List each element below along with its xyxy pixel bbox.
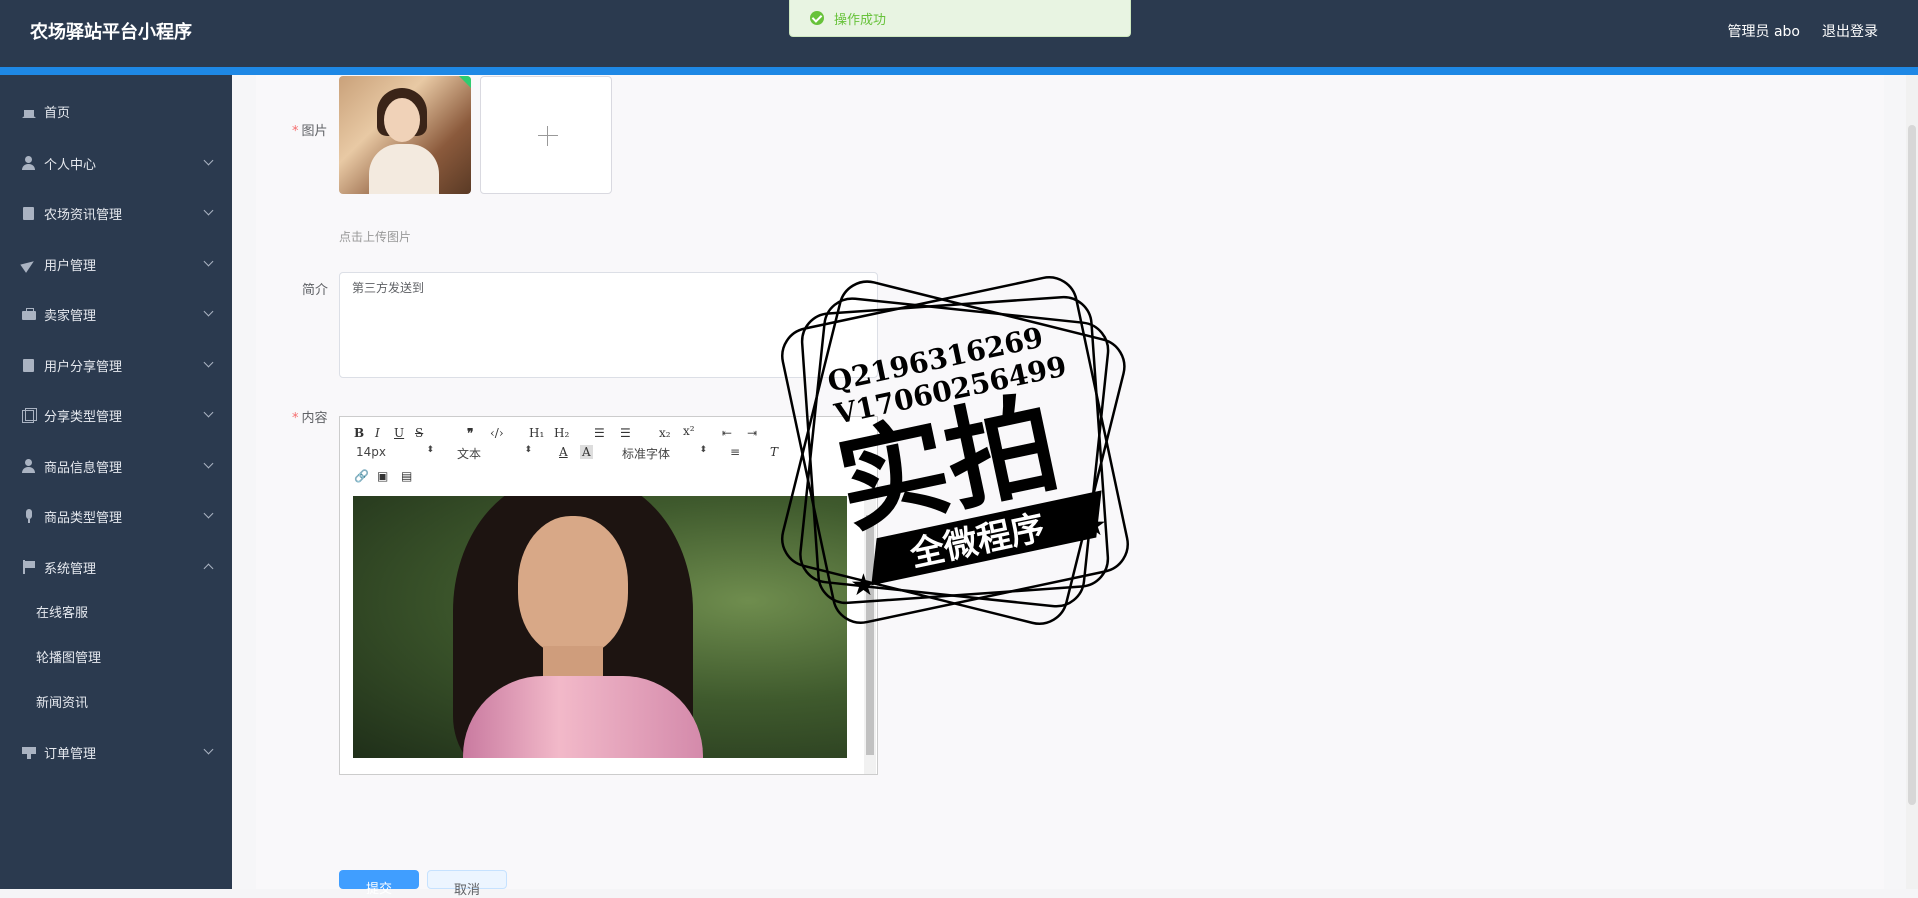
flag-icon bbox=[22, 560, 36, 574]
plus-icon bbox=[538, 135, 558, 136]
clipboard-icon bbox=[22, 206, 36, 220]
chevron-down-icon bbox=[203, 306, 214, 317]
user-icon bbox=[22, 156, 36, 170]
sidebar-item-label: 分享类型管理 bbox=[44, 409, 123, 425]
code-icon[interactable]: ‹/› bbox=[490, 426, 504, 440]
chevron-down-icon bbox=[203, 744, 214, 755]
cancel-button[interactable]: 取消 bbox=[427, 870, 507, 898]
video-icon[interactable]: ▤ bbox=[401, 469, 412, 483]
copy-icon bbox=[22, 408, 37, 423]
sidebar: 首页 个人中心 农场资讯管理 用户管理 卖家管理 用户分享管理 分享类型管理 商… bbox=[0, 75, 232, 889]
content-field-label: * 内容 bbox=[292, 411, 328, 426]
cash-register-icon bbox=[22, 745, 36, 759]
sidebar-item-system[interactable]: 系统管理 bbox=[0, 547, 232, 587]
sidebar-item-label: 系统管理 bbox=[44, 561, 97, 577]
success-toast: 操作成功 bbox=[789, 0, 1131, 37]
star-icon: ★ bbox=[1080, 508, 1107, 543]
outdent-icon[interactable]: ⇤ bbox=[722, 426, 732, 440]
sidebar-item-share-types[interactable]: 分享类型管理 bbox=[0, 395, 232, 435]
sidebar-item-label: 农场资讯管理 bbox=[44, 207, 123, 223]
intro-field-label: 简介 bbox=[302, 283, 329, 298]
sidebar-subitem-label: 在线客服 bbox=[36, 605, 89, 621]
submit-button[interactable]: 提交 bbox=[339, 870, 419, 897]
sidebar-subitem-label: 轮播图管理 bbox=[36, 650, 102, 666]
sidebar-subitem-label: 新闻资讯 bbox=[36, 695, 89, 711]
bullet-list-icon[interactable]: ☰ bbox=[620, 426, 631, 440]
sidebar-item-home[interactable]: 首页 bbox=[0, 91, 232, 131]
home-icon bbox=[22, 104, 36, 118]
sidebar-item-products[interactable]: 商品信息管理 bbox=[0, 446, 232, 486]
sidebar-item-users[interactable]: 用户管理 bbox=[0, 244, 232, 284]
sidebar-item-farm-news[interactable]: 农场资讯管理 bbox=[0, 193, 232, 233]
strike-button[interactable]: S bbox=[415, 426, 423, 440]
send-icon bbox=[22, 257, 36, 271]
status-corner-icon bbox=[459, 76, 471, 88]
watermark-stamp: Q2196316269 V17060256499 实拍 全微程序 ★ ★ bbox=[781, 276, 1129, 625]
app-title: 农场驿站平台小程序 bbox=[30, 22, 192, 43]
font-size-select[interactable]: 14px ⬍ bbox=[356, 445, 434, 459]
chevron-down-icon bbox=[203, 458, 214, 469]
sidebar-item-label: 卖家管理 bbox=[44, 308, 97, 324]
clipboard-icon bbox=[22, 358, 36, 372]
image-field-label: * 图片 bbox=[292, 124, 328, 139]
uploaded-image-thumbnail[interactable] bbox=[339, 76, 471, 194]
italic-button[interactable]: I bbox=[375, 426, 380, 440]
user-area: 管理员 abo 退出登录 bbox=[1728, 21, 1878, 41]
sidebar-item-label: 商品信息管理 bbox=[44, 460, 123, 476]
font-color-icon[interactable]: A bbox=[559, 445, 568, 459]
sidebar-item-user-shares[interactable]: 用户分享管理 bbox=[0, 345, 232, 385]
briefcase-icon bbox=[22, 307, 36, 321]
bold-button[interactable]: B bbox=[354, 426, 364, 440]
sidebar-item-label: 个人中心 bbox=[44, 157, 97, 173]
toast-message: 操作成功 bbox=[834, 12, 887, 28]
sidebar-item-sellers[interactable]: 卖家管理 bbox=[0, 294, 232, 334]
superscript-button[interactable]: x² bbox=[683, 424, 695, 438]
sidebar-item-label: 用户分享管理 bbox=[44, 359, 123, 375]
chevron-down-icon bbox=[203, 357, 214, 368]
chevron-down-icon bbox=[203, 508, 214, 519]
image-icon[interactable]: ▣ bbox=[377, 469, 388, 483]
sidebar-item-label: 商品类型管理 bbox=[44, 510, 123, 526]
align-left-icon[interactable]: ≡ bbox=[730, 445, 740, 459]
h1-button[interactable]: H₁ bbox=[529, 426, 544, 440]
sidebar-item-label: 首页 bbox=[44, 105, 71, 121]
blockquote-icon[interactable]: ❞ bbox=[467, 426, 473, 440]
chevron-up-icon bbox=[203, 563, 214, 574]
star-icon: ★ bbox=[850, 568, 877, 603]
ordered-list-icon[interactable]: ☰ bbox=[594, 426, 605, 440]
subscript-button[interactable]: x₂ bbox=[659, 426, 671, 440]
upload-hint: 点击上传图片 bbox=[339, 230, 412, 244]
sidebar-subitem-news[interactable]: 新闻资讯 bbox=[0, 683, 232, 719]
user-icon bbox=[22, 459, 36, 473]
select-arrow-icon: ⬍ bbox=[524, 445, 532, 455]
header-accent-line bbox=[0, 67, 1918, 75]
chevron-down-icon bbox=[203, 256, 214, 267]
sidebar-subitem-carousel[interactable]: 轮播图管理 bbox=[0, 638, 232, 674]
sidebar-subitem-online-service[interactable]: 在线客服 bbox=[0, 593, 232, 629]
sidebar-item-product-types[interactable]: 商品类型管理 bbox=[0, 496, 232, 536]
underline-button[interactable]: U bbox=[394, 426, 404, 440]
sidebar-item-orders[interactable]: 订单管理 bbox=[0, 732, 232, 772]
logout-link[interactable]: 退出登录 bbox=[1822, 21, 1878, 41]
chevron-down-icon bbox=[203, 407, 214, 418]
select-arrow-icon: ⬍ bbox=[426, 445, 434, 455]
page-scrollbar[interactable] bbox=[1906, 75, 1918, 889]
admin-label[interactable]: 管理员 abo bbox=[1728, 21, 1800, 41]
check-circle-icon bbox=[810, 11, 824, 25]
h2-button[interactable]: H₂ bbox=[554, 426, 569, 440]
bg-color-icon[interactable]: A bbox=[580, 445, 593, 459]
sidebar-item-label: 订单管理 bbox=[44, 746, 97, 762]
sidebar-item-personal-center[interactable]: 个人中心 bbox=[0, 143, 232, 183]
chevron-down-icon bbox=[203, 205, 214, 216]
microphone-icon bbox=[22, 509, 36, 523]
link-icon[interactable]: 🔗 bbox=[354, 469, 369, 483]
chevron-down-icon bbox=[203, 155, 214, 166]
select-arrow-icon: ⬍ bbox=[699, 445, 707, 455]
font-family-select[interactable]: 标准字体 ⬍ bbox=[622, 445, 707, 462]
sidebar-item-label: 用户管理 bbox=[44, 258, 97, 274]
text-type-select[interactable]: 文本 ⬍ bbox=[457, 445, 532, 462]
image-upload-button[interactable] bbox=[480, 76, 612, 194]
